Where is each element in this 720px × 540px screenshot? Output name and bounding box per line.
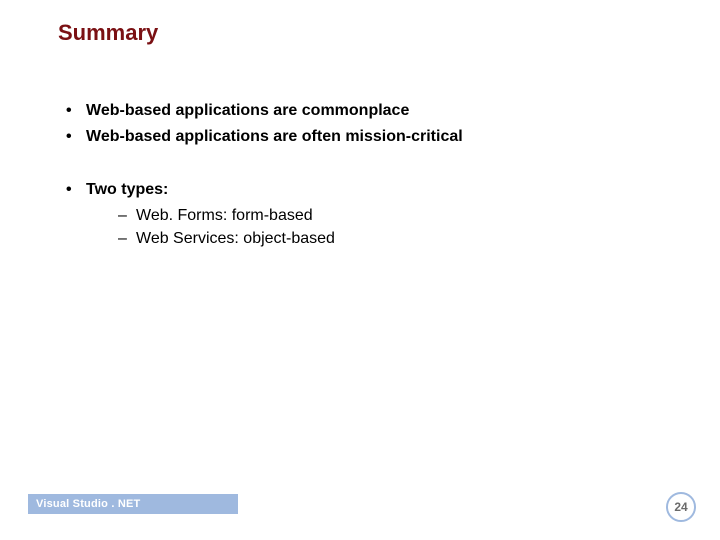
slide-body: Web-based applications are commonplace W… (58, 100, 680, 254)
footer-bar: Visual Studio . NET (28, 494, 238, 514)
page-number: 24 (674, 500, 687, 514)
sub-bullet-item: Web. Forms: form-based (86, 205, 680, 227)
bullet-item: Web-based applications are often mission… (58, 126, 680, 148)
page-number-badge: 24 (666, 492, 696, 522)
sub-bullet-list: Web. Forms: form-based Web Services: obj… (86, 205, 680, 250)
bullet-lead: Two types: (86, 181, 168, 198)
bullet-list: Two types: Web. Forms: form-based Web Se… (58, 179, 680, 250)
bullet-item: Web-based applications are commonplace (58, 100, 680, 122)
sub-bullet-item: Web Services: object-based (86, 228, 680, 250)
slide-title: Summary (58, 20, 158, 46)
spacer (58, 151, 680, 179)
bullet-item: Two types: Web. Forms: form-based Web Se… (58, 179, 680, 250)
slide: Summary Web-based applications are commo… (0, 0, 720, 540)
footer-label: Visual Studio . NET (36, 498, 140, 510)
bullet-list: Web-based applications are commonplace W… (58, 100, 680, 147)
